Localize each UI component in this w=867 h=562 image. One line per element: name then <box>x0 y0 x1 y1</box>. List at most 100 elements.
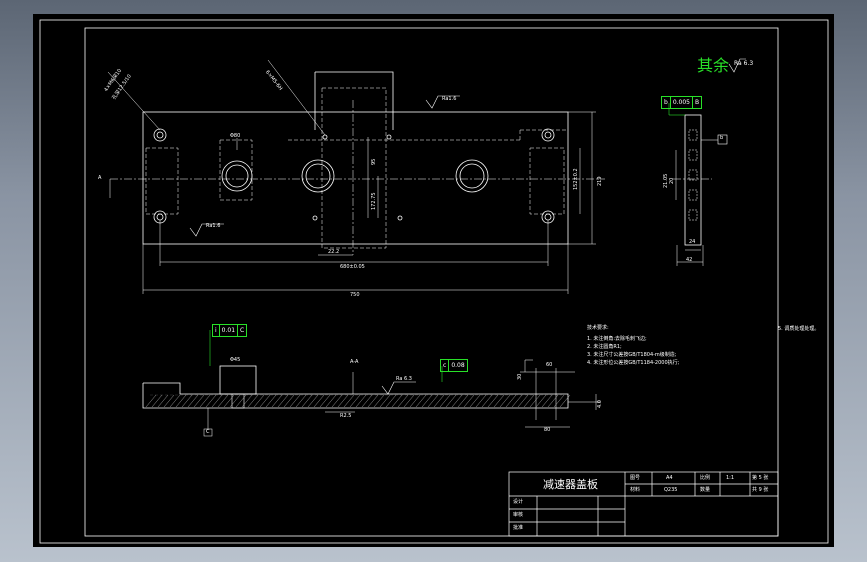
dim-side-small: 24 <box>689 239 696 245</box>
hatch-line <box>253 394 265 408</box>
bore-left <box>221 160 253 192</box>
hatch-line <box>541 394 553 408</box>
hatch-line <box>469 394 481 408</box>
tech-req-side-note: 5. 调质处理处理。 <box>778 326 820 332</box>
hatch-line <box>283 394 295 408</box>
part-name: 减速器盖板 <box>543 478 598 491</box>
hatch-line <box>199 394 211 408</box>
tolerance-frame-flatness: i 0.01 C <box>212 324 248 337</box>
general-roughness-label: 其余 <box>697 56 730 75</box>
hatch-line <box>331 394 343 408</box>
dim-depth: 42 <box>686 257 693 263</box>
hatch-line <box>151 394 163 408</box>
hatch-line <box>223 394 235 408</box>
tol-value: 0.08 <box>451 362 465 369</box>
approve-label: 批准 <box>513 525 524 531</box>
review-label: 审核 <box>513 512 524 518</box>
tech-req-item-4: 4. 未注形位公差按GB/T1184-2000执行; <box>587 360 680 366</box>
hatch-line <box>397 394 409 408</box>
hatch-line <box>163 394 175 408</box>
hatch-line <box>463 394 475 408</box>
hatch-line <box>277 394 289 408</box>
hatch-line <box>511 394 523 408</box>
hatch-line <box>229 394 241 408</box>
hatch-line <box>505 394 517 408</box>
hatch-line <box>313 394 325 408</box>
roughness-top: Ra1.6 <box>442 96 457 102</box>
general-roughness-value: Ra 6.3 <box>734 60 754 67</box>
hatch-line <box>337 394 349 408</box>
hatch-line <box>415 394 427 408</box>
hatch-line <box>175 394 187 408</box>
hatch-line <box>217 394 229 408</box>
section-view <box>142 330 600 437</box>
hatch-line <box>559 394 571 408</box>
sheet-number: 第 5 张 <box>752 475 769 481</box>
dim-offset: 22.2 <box>328 249 340 255</box>
hatch-line <box>421 394 433 408</box>
hatch-line <box>553 394 565 408</box>
tol-value: 0.01 <box>220 325 239 336</box>
hatch-line <box>349 394 361 408</box>
hatch-line <box>145 394 157 408</box>
hatch-line <box>325 394 337 408</box>
hatch-line <box>451 394 463 408</box>
hatch-line <box>205 394 217 408</box>
tech-req-item-1: 1. 未注倒角:去除毛刺飞边; <box>587 336 647 342</box>
hatch-line <box>361 394 373 408</box>
hatch-line <box>307 394 319 408</box>
dim-center-h2: 172.75 <box>371 192 377 211</box>
hatch-line <box>157 394 169 408</box>
hatch-line <box>379 394 391 408</box>
datum-c: C <box>206 429 210 435</box>
bore-right <box>455 159 489 193</box>
tol-symbol: b <box>662 97 671 108</box>
dim-width-right: 219 <box>597 176 603 186</box>
scale-label: 比例 <box>700 475 711 481</box>
tech-req-item-2: 2. 未注圆角R1; <box>587 344 622 350</box>
hatch-line <box>523 394 535 408</box>
hatch-line <box>169 394 181 408</box>
hatch-line <box>475 394 487 408</box>
sheet-total: 共 9 张 <box>752 487 769 493</box>
hatch-line <box>481 394 493 408</box>
roughness-bottom: Ra1.6 <box>206 223 221 229</box>
tol-datum: C <box>240 327 245 334</box>
hatch-line <box>457 394 469 408</box>
tol-value: 0.005 <box>671 97 693 108</box>
hatch-line <box>385 394 397 408</box>
hatch-line <box>295 394 307 408</box>
side-view <box>668 103 728 266</box>
hatch-line <box>535 394 547 408</box>
section-hatch <box>145 394 571 408</box>
dim-60: 60 <box>546 362 553 368</box>
drawing-no-label: 图号 <box>630 475 641 481</box>
dim-30: 30 <box>517 373 523 380</box>
hatch-line <box>235 394 247 408</box>
dim-4: 4.0 <box>597 400 603 408</box>
dim-80: 80 <box>544 427 551 433</box>
outer-frame <box>39 19 829 544</box>
hatch-line <box>193 394 205 408</box>
tech-req-item-3: 3. 未注尺寸公差按GB/T1804-m级制造; <box>587 352 677 358</box>
hatch-line <box>517 394 529 408</box>
hatch-line <box>319 394 331 408</box>
hatch-line <box>433 394 445 408</box>
hatch-line <box>493 394 505 408</box>
tech-requirements-heading: 技术要求: <box>587 325 609 331</box>
bore-label: Φ80 <box>230 133 241 139</box>
tol-symbol: i <box>213 325 220 336</box>
dim-hole-spacing: 680±0.05 <box>340 264 365 270</box>
hatch-line <box>301 394 313 408</box>
section-arrow-a: A <box>98 175 102 181</box>
hatch-line <box>427 394 439 408</box>
bore-center <box>301 159 335 193</box>
dim-left: Φ45 <box>230 357 241 363</box>
dim-overall-length: 750 <box>350 292 360 298</box>
hatch-line <box>529 394 541 408</box>
hatch-line <box>439 394 451 408</box>
tol-datum: B <box>695 99 700 106</box>
hatch-line <box>241 394 253 408</box>
section-label: A-A <box>350 359 359 365</box>
plan-view <box>107 59 605 294</box>
